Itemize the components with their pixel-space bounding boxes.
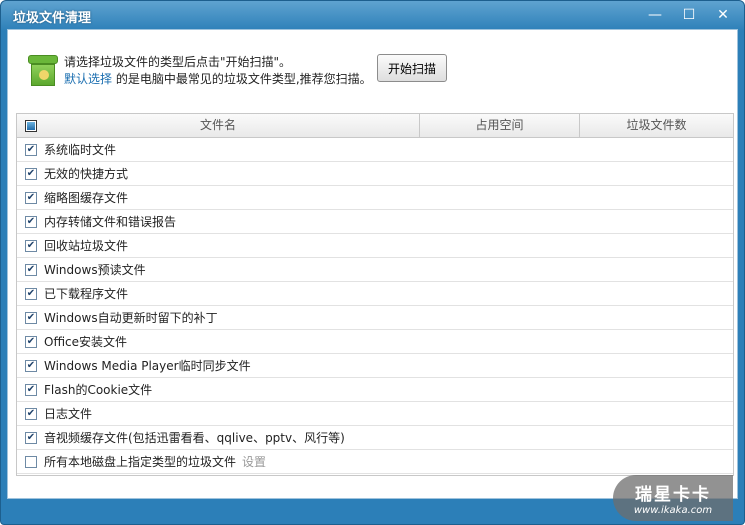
row-checkbox[interactable]: ✔ <box>25 383 37 396</box>
row-checkbox[interactable]: ✔ <box>25 407 37 420</box>
row-checkbox[interactable]: ✔ <box>25 239 37 252</box>
watermark-logo: 瑞星卡卡 www.ikaka.com <box>613 475 733 521</box>
table-row[interactable]: ✔ 音视频缓存文件(包括迅雷看看、qqlive、pptv、风行等) <box>17 426 733 450</box>
table-row[interactable]: ✔ 日志文件 <box>17 402 733 426</box>
row-checkbox[interactable]: ✔ <box>25 143 37 156</box>
row-checkbox[interactable]: ✔ <box>25 287 37 300</box>
row-checkbox[interactable]: ✔ <box>25 167 37 180</box>
start-scan-button[interactable]: 开始扫描 <box>377 54 447 82</box>
close-button[interactable]: ✕ <box>710 5 736 25</box>
row-label: 日志文件 <box>44 407 93 421</box>
row-label: 系统临时文件 <box>44 143 117 157</box>
minimize-button[interactable]: — <box>642 5 668 25</box>
table-row[interactable]: ✔ Windows自动更新时留下的补丁 <box>17 306 733 330</box>
row-label: 所有本地磁盘上指定类型的垃圾文件 <box>44 455 237 469</box>
row-checkbox[interactable]: ✔ <box>25 431 37 444</box>
row-checkbox[interactable]: ✔ <box>25 215 37 228</box>
row-label: Windows自动更新时留下的补丁 <box>44 311 218 325</box>
column-header-count[interactable]: 垃圾文件数 <box>580 114 733 137</box>
row-label: 缩略图缓存文件 <box>44 191 129 205</box>
maximize-button[interactable]: ☐ <box>676 5 702 25</box>
row-checkbox[interactable]: ✔ <box>25 335 37 348</box>
column-header-name[interactable]: 文件名 <box>17 114 420 137</box>
table-row[interactable]: ✔ 缩略图缓存文件 <box>17 186 733 210</box>
window-title: 垃圾文件清理 <box>13 11 92 26</box>
recycle-bin-icon <box>28 55 58 87</box>
row-label: Office安装文件 <box>44 335 128 349</box>
row-label: 已下载程序文件 <box>44 287 129 301</box>
row-label: 回收站垃圾文件 <box>44 239 129 253</box>
column-header-size[interactable]: 占用空间 <box>420 114 580 137</box>
intro-line1: 请选择垃圾文件的类型后点击"开始扫描"。 <box>64 55 292 69</box>
junk-file-table: 文件名 占用空间 垃圾文件数 ✔ 系统临时文件 ✔ 无效的快捷方式 ✔ 缩略图缓存文件 ✔ 内… <box>16 113 734 476</box>
row-checkbox[interactable]: ✔ <box>25 263 37 276</box>
table-row[interactable]: ✔ Office安装文件 <box>17 330 733 354</box>
intro-text: 请选择垃圾文件的类型后点击"开始扫描"。 默认选择 的是电脑中最常见的垃圾文件类… <box>64 54 372 88</box>
table-row[interactable]: ✔ Windows Media Player临时同步文件 <box>17 354 733 378</box>
table-row[interactable]: ✔ 已下载程序文件 <box>17 282 733 306</box>
content-panel: 请选择垃圾文件的类型后点击"开始扫描"。 默认选择 的是电脑中最常见的垃圾文件类… <box>7 29 738 499</box>
row-checkbox[interactable]: ✔ <box>25 311 37 324</box>
table-row[interactable]: 所有本地磁盘上指定类型的垃圾文件 设置 <box>17 450 733 474</box>
row-label: Flash的Cookie文件 <box>44 383 153 397</box>
default-selection-link[interactable]: 默认选择 <box>64 72 112 86</box>
window: 垃圾文件清理 — ☐ ✕ 请选择垃圾文件的类型后点击"开始扫描"。 默认选择 的… <box>0 0 745 525</box>
select-all-checkbox[interactable] <box>25 120 37 132</box>
row-checkbox[interactable]: ✔ <box>25 191 37 204</box>
row-label: Windows预读文件 <box>44 263 146 277</box>
table-row[interactable]: ✔ 系统临时文件 <box>17 138 733 162</box>
row-label: Windows Media Player临时同步文件 <box>44 359 251 373</box>
settings-link[interactable]: 设置 <box>242 453 266 470</box>
row-label: 内存转储文件和错误报告 <box>44 215 177 229</box>
table-row[interactable]: ✔ 无效的快捷方式 <box>17 162 733 186</box>
table-row[interactable]: ✔ 回收站垃圾文件 <box>17 234 733 258</box>
table-row[interactable]: ✔ Windows预读文件 <box>17 258 733 282</box>
row-checkbox[interactable] <box>25 455 37 468</box>
row-checkbox[interactable]: ✔ <box>25 359 37 372</box>
intro-line2: 的是电脑中最常见的垃圾文件类型,推荐您扫描。 <box>112 72 372 86</box>
table-row[interactable]: ✔ Flash的Cookie文件 <box>17 378 733 402</box>
row-label: 无效的快捷方式 <box>44 167 129 181</box>
table-row[interactable]: ✔ 内存转储文件和错误报告 <box>17 210 733 234</box>
row-label: 音视频缓存文件(包括迅雷看看、qqlive、pptv、风行等) <box>44 431 345 445</box>
